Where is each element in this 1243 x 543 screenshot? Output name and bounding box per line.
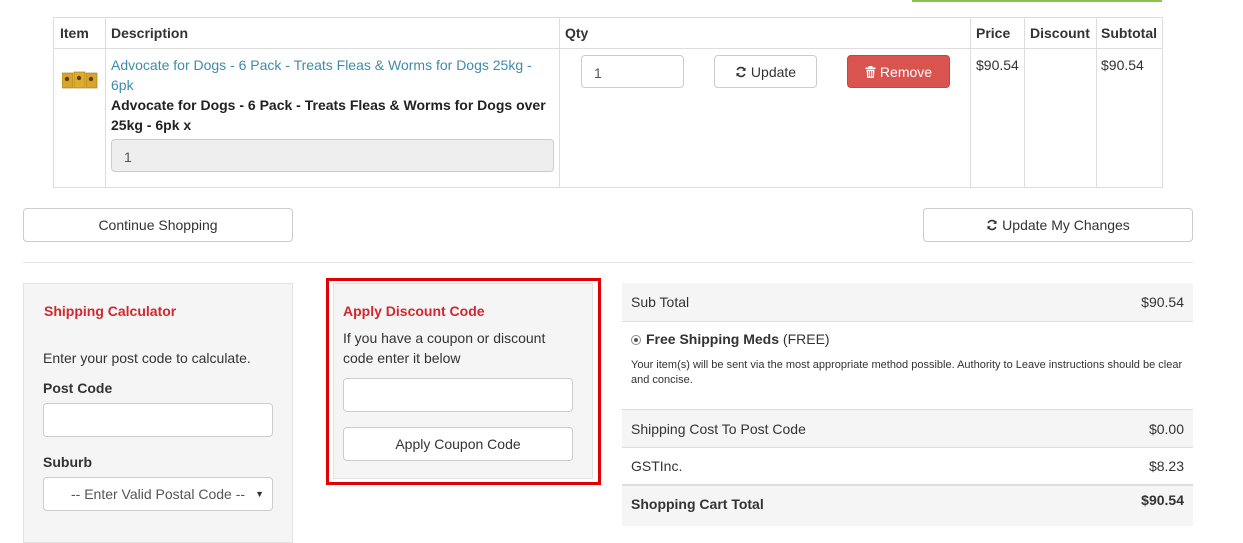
col-price [971, 18, 1025, 187]
remove-button[interactable]: Remove [847, 55, 950, 88]
subtotal-value: $90.54 [1101, 57, 1144, 73]
suburb-select[interactable]: -- Enter Valid Postal Code -- ▼ [43, 477, 273, 511]
header-divider [54, 48, 1162, 49]
discount-highlight-box [326, 278, 601, 485]
gst-label: GSTInc. [631, 458, 683, 474]
cart-table: Item Description Qty Price Discount Subt… [53, 17, 1163, 188]
header-discount: Discount [1030, 25, 1090, 41]
suburb-select-value: -- Enter Valid Postal Code -- [70, 486, 246, 502]
product-thumbnail[interactable] [61, 68, 98, 92]
post-code-label: Post Code [43, 380, 113, 396]
post-code-input[interactable] [43, 403, 273, 437]
remove-button-label: Remove [879, 63, 933, 80]
shipping-option-name: Free Shipping Meds [646, 331, 780, 347]
shipping-cost-value: $0.00 [1148, 421, 1184, 437]
update-my-changes-button[interactable]: Update My Changes [923, 208, 1193, 242]
shipping-radio[interactable] [631, 335, 641, 345]
shipping-calculator-title: Shipping Calculator [44, 303, 177, 319]
order-summary: Sub Total $90.54 Free Shipping Meds (FRE… [622, 283, 1193, 526]
summary-gst-row: GSTInc. $8.23 [622, 447, 1193, 484]
cart-total-value: $90.54 [1141, 492, 1184, 508]
header-description: Description [111, 25, 189, 41]
shipping-option-tag: (FREE) [782, 331, 830, 347]
update-button[interactable]: Update [714, 55, 817, 88]
header-subtotal: Subtotal [1101, 25, 1157, 41]
continue-shopping-button[interactable]: Continue Shopping [23, 208, 293, 242]
update-my-changes-label: Update My Changes [1002, 217, 1130, 233]
header-price: Price [976, 25, 1011, 41]
shipping-cost-label: Shipping Cost To Post Code [631, 421, 806, 437]
trash-icon [865, 65, 876, 78]
header-qty: Qty [565, 25, 589, 41]
sub-total-label: Sub Total [631, 294, 690, 310]
summary-total-row: Shopping Cart Total $90.54 [622, 484, 1193, 526]
shipping-calculator-panel: Shipping Calculator Enter your post code… [23, 283, 293, 543]
chevron-down-icon: ▼ [255, 489, 264, 499]
product-name: Advocate for Dogs - 6 Pack - Treats Flea… [111, 97, 546, 133]
summary-subtotal-row: Sub Total $90.54 [622, 283, 1193, 321]
header-item: Item [60, 25, 89, 41]
suburb-label: Suburb [43, 454, 92, 470]
gst-value: $8.23 [1148, 458, 1184, 474]
col-item [54, 18, 106, 187]
shipping-note: Your item(s) will be sent via the most a… [631, 359, 1183, 386]
update-button-label: Update [750, 63, 797, 80]
section-divider [23, 262, 1193, 263]
shipping-option[interactable]: Free Shipping Meds (FREE) [631, 331, 830, 347]
col-discount [1025, 18, 1097, 187]
col-qty [560, 18, 971, 187]
top-accent-bar [912, 0, 1162, 2]
refresh-icon [736, 66, 746, 77]
product-link[interactable]: Advocate for Dogs - 6 Pack - Treats Flea… [111, 55, 536, 95]
qty-input[interactable]: 1 [581, 55, 684, 88]
price-value: $90.54 [976, 57, 1019, 73]
summary-shipping-row: Free Shipping Meds (FREE) Your item(s) w… [622, 321, 1193, 409]
summary-shipping-cost-row: Shipping Cost To Post Code $0.00 [622, 409, 1193, 447]
product-qty-readonly: 1 [111, 139, 554, 172]
cart-total-label: Shopping Cart Total [631, 496, 764, 512]
sub-total-value: $90.54 [1141, 294, 1184, 310]
shipping-instructions: Enter your post code to calculate. [43, 350, 251, 366]
refresh-icon [987, 219, 997, 231]
